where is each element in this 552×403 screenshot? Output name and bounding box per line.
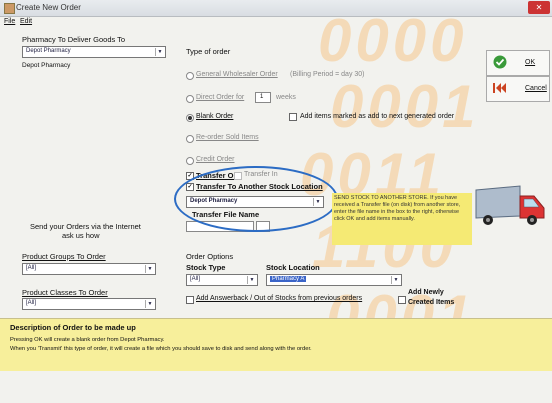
reorder-label: Re-order Sold Items — [196, 134, 259, 141]
add-newly-checkbox[interactable] — [398, 296, 406, 304]
ok-button[interactable]: OK — [486, 50, 550, 76]
cancel-label: Cancel — [525, 85, 547, 92]
stock-type-value: [All] — [190, 276, 201, 282]
chevron-down-icon: ▼ — [247, 276, 256, 284]
internet-line-1: Send your Orders via the Internet — [30, 222, 141, 231]
chevron-down-icon: ▼ — [145, 300, 154, 308]
truck-icon — [474, 182, 548, 230]
product-groups-label: Product Groups To Order — [22, 252, 106, 261]
add-newly-label-1: Add Newly — [408, 289, 444, 296]
credit-order-radio[interactable] — [186, 157, 194, 165]
order-options-label: Order Options — [186, 252, 234, 261]
direct-weeks-value: 1 — [260, 94, 264, 100]
stock-location-label: Stock Location — [266, 263, 320, 272]
blank-order-radio[interactable] — [186, 114, 194, 122]
reorder-radio[interactable] — [186, 135, 194, 143]
chevron-down-icon: ▼ — [155, 48, 164, 56]
direct-order-label: Direct Order for — [196, 94, 245, 101]
description-line-2: When you 'Transmit' this type of order, … — [10, 346, 312, 352]
menu-edit[interactable]: Edit — [20, 18, 32, 25]
direct-order-radio[interactable] — [186, 95, 194, 103]
cancel-back-icon — [493, 81, 507, 95]
product-classes-value: [All] — [26, 300, 37, 306]
add-items-label: Add items marked as add to next generate… — [300, 113, 455, 120]
add-newly-label-2: Created Items — [408, 299, 455, 306]
chevron-down-icon: ▼ — [391, 276, 400, 284]
blank-order-label: Blank Order — [196, 113, 234, 120]
chevron-down-icon: ▼ — [145, 265, 154, 273]
description-header: Description of Order to be made up — [10, 323, 136, 332]
add-items-checkbox[interactable] — [289, 113, 297, 121]
add-answerback-label: Add Answerback / Out of Stocks from prev… — [196, 295, 363, 302]
app-icon — [4, 3, 15, 14]
pharmacy-name: Depot Pharmacy — [22, 62, 71, 69]
menu-bar: File Edit — [0, 17, 552, 29]
menu-file[interactable]: File — [4, 18, 15, 25]
stock-location-value: Pharmacy A — [270, 276, 307, 282]
product-groups-value: [All] — [26, 265, 37, 271]
credit-order-label: Credit Order — [196, 156, 235, 163]
billing-period-text: (Billing Period = day 30) — [290, 71, 365, 78]
window-title: Create New Order — [16, 3, 81, 12]
general-order-radio[interactable] — [186, 72, 194, 80]
order-type-label: Type of order — [186, 47, 231, 56]
stock-type-label: Stock Type — [186, 263, 226, 272]
send-stock-note: SEND STOCK TO ANOTHER STORE. If you have… — [332, 193, 472, 245]
direct-weeks-input[interactable]: 1 — [255, 92, 271, 103]
product-groups-select[interactable]: [All] ▼ — [22, 263, 156, 275]
internet-line-2: ask us how — [62, 231, 100, 240]
highlight-ellipse — [174, 166, 338, 232]
pharmacy-label: Pharmacy To Deliver Goods To — [22, 35, 126, 44]
close-icon[interactable]: ✕ — [528, 1, 550, 14]
create-new-order-window: 0000 0001 0011 1100 0001 Create New Orde… — [0, 0, 552, 403]
add-answerback-checkbox[interactable] — [186, 296, 194, 304]
pharmacy-select[interactable]: Depot Pharmacy ▼ — [22, 46, 166, 58]
description-panel: Description of Order to be made up Press… — [0, 318, 552, 371]
cancel-button[interactable]: Cancel — [486, 76, 550, 102]
description-line-1: Pressing OK will create a blank order fr… — [10, 337, 165, 343]
background-digits-2: 0001 — [330, 73, 480, 140]
stock-type-select[interactable]: [All] ▼ — [186, 274, 258, 286]
pharmacy-select-value: Depot Pharmacy — [26, 48, 71, 54]
weeks-label: weeks — [276, 94, 296, 101]
ok-label: OK — [525, 59, 536, 66]
product-classes-select[interactable]: [All] ▼ — [22, 298, 156, 310]
ok-check-icon — [493, 55, 507, 69]
product-classes-label: Product Classes To Order — [22, 288, 108, 297]
general-order-label: General Wholesaler Order — [196, 71, 278, 78]
title-bar: Create New Order ✕ — [0, 0, 552, 17]
stock-location-select[interactable]: Pharmacy A ▼ — [266, 274, 402, 286]
